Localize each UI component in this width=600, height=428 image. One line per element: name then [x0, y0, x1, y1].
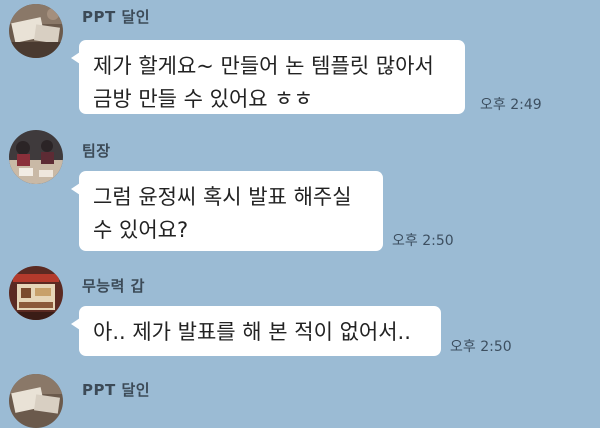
sender-name: PPT 달인: [82, 381, 151, 399]
person-at-desk-avatar-icon: [9, 374, 63, 428]
chat-message-list[interactable]: PPT 달인 제가 할게요~ 만들어 논 템플릿 많아서 금방 만들 수 있어요…: [0, 0, 600, 428]
message-bubble[interactable]: 제가 할게요~ 만들어 논 템플릿 많아서 금방 만들 수 있어요 ㅎㅎ: [71, 40, 465, 114]
avatar[interactable]: [9, 266, 63, 320]
message-timestamp: 오후 2:50: [392, 233, 454, 249]
message-bubble[interactable]: 아.. 제가 발표를 해 본 적이 없어서..: [71, 306, 441, 356]
meeting-table-avatar-icon: [9, 130, 63, 184]
sender-name: 무능력 갑: [82, 277, 145, 295]
sender-name: PPT 달인: [82, 8, 151, 26]
message-timestamp: 오후 2:50: [450, 339, 512, 355]
avatar[interactable]: [9, 374, 63, 428]
person-at-desk-avatar-icon: [9, 4, 63, 58]
shop-storefront-avatar-icon: [9, 266, 63, 320]
sender-name: 팀장: [82, 142, 111, 160]
avatar[interactable]: [9, 130, 63, 184]
message-timestamp: 오후 2:49: [480, 97, 542, 113]
avatar[interactable]: [9, 4, 63, 58]
message-bubble[interactable]: 그럼 윤정씨 혹시 발표 해주실 수 있어요?: [71, 171, 383, 251]
